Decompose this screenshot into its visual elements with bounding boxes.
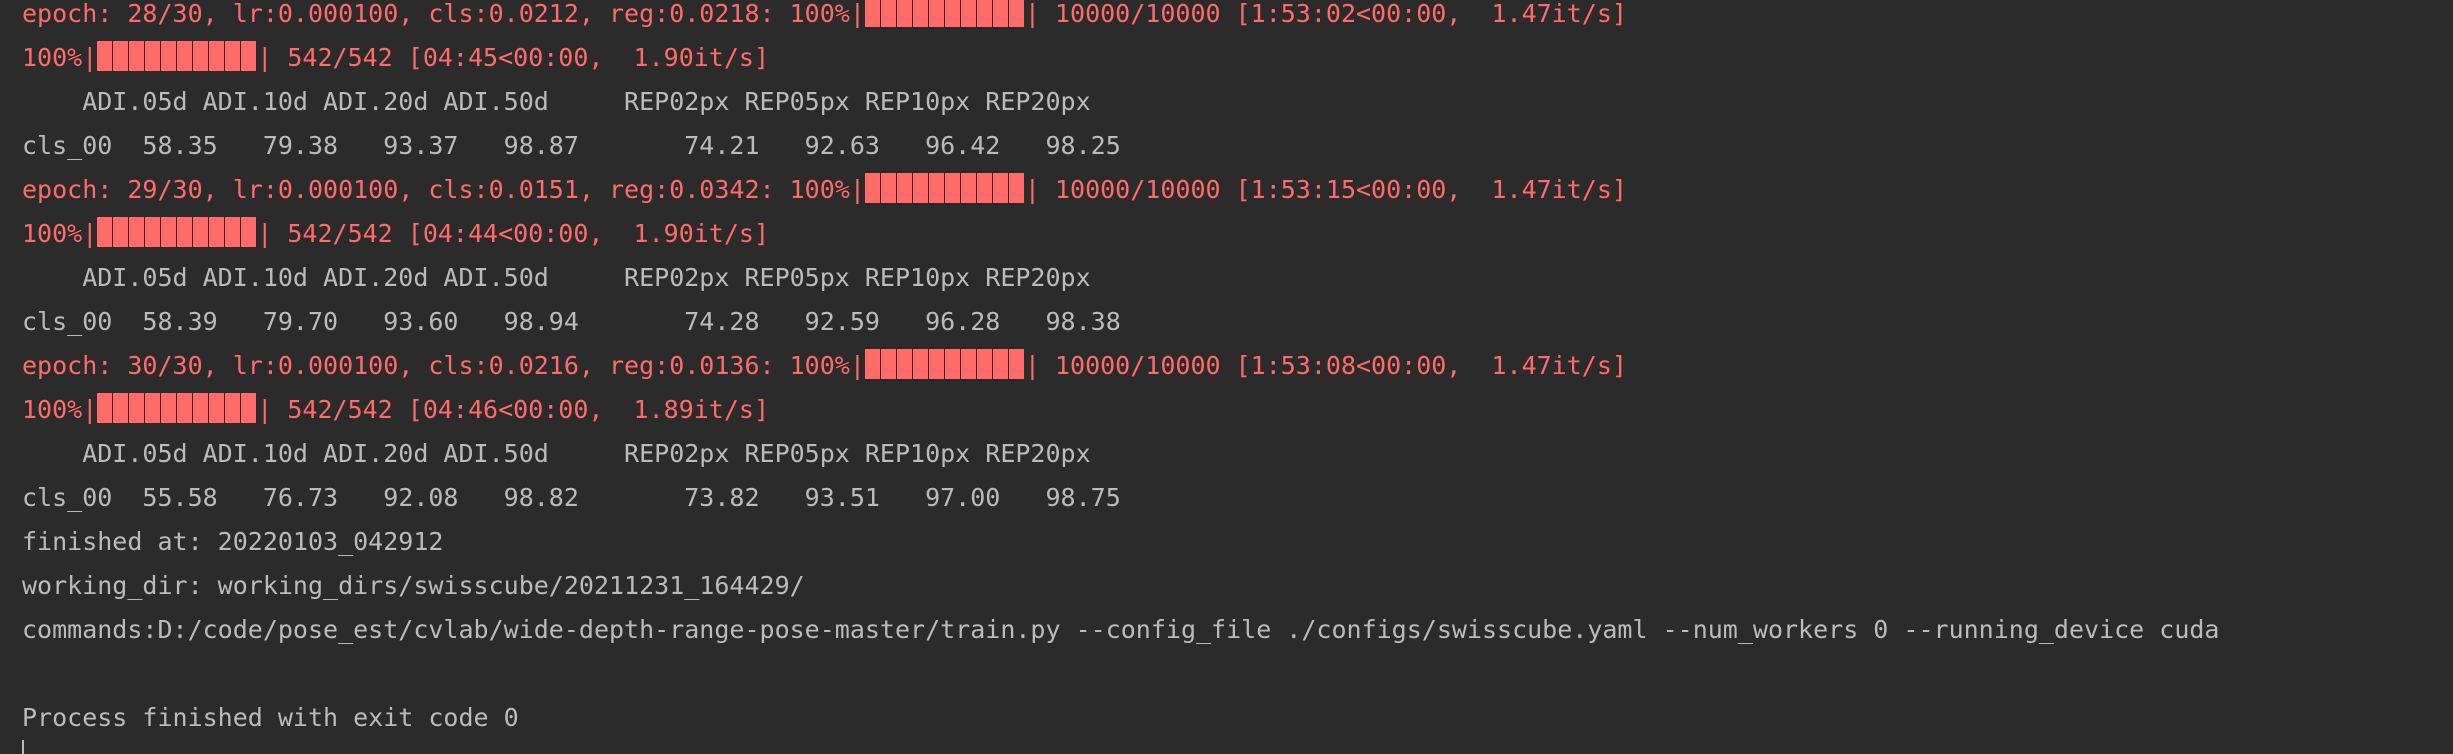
epoch-29-progress-line: epoch: 29/30, lr:0.000100, cls:0.0151, r… bbox=[22, 168, 1627, 212]
progress-suffix: | 542/542 [04:45<00:00, 1.90it/s] bbox=[257, 43, 770, 72]
text-cursor bbox=[22, 740, 24, 754]
finished-at-line: finished at: 20220103_042912 bbox=[22, 527, 444, 556]
metrics-header-line: ADI.05d ADI.10d ADI.20d ADI.50d REP02px … bbox=[22, 263, 1091, 292]
working-dir-line: working_dir: working_dirs/swisscube/2021… bbox=[22, 571, 805, 600]
epoch-28-progress-line: epoch: 28/30, lr:0.000100, cls:0.0212, r… bbox=[22, 0, 1627, 36]
progress-prefix: epoch: 29/30, lr:0.000100, cls:0.0151, r… bbox=[22, 175, 865, 204]
metrics-header-line: ADI.05d ADI.10d ADI.20d ADI.50d REP02px … bbox=[22, 87, 1091, 116]
progress-prefix: epoch: 28/30, lr:0.000100, cls:0.0212, r… bbox=[22, 0, 865, 28]
progress-prefix: 100%| bbox=[22, 395, 98, 424]
metrics-values-line: cls_00 55.58 76.73 92.08 98.82 73.82 93.… bbox=[22, 483, 1121, 512]
progress-prefix: 100%| bbox=[22, 43, 98, 72]
progress-suffix: | 542/542 [04:44<00:00, 1.90it/s] bbox=[257, 219, 770, 248]
progress-suffix: | 542/542 [04:46<00:00, 1.89it/s] bbox=[257, 395, 770, 424]
metrics-values-line: cls_00 58.39 79.70 93.60 98.94 74.28 92.… bbox=[22, 307, 1121, 336]
run-console-output[interactable]: epoch: 28/30, lr:0.000100, cls:0.0212, r… bbox=[0, 0, 2453, 754]
progress-bar bbox=[97, 41, 258, 71]
eval-28-progress-line: 100%| | 542/542 [04:45<00:00, 1.90it/s] bbox=[22, 36, 769, 80]
eval-29-progress-line: 100%| | 542/542 [04:44<00:00, 1.90it/s] bbox=[22, 212, 769, 256]
epoch-30-progress-line: epoch: 30/30, lr:0.000100, cls:0.0216, r… bbox=[22, 344, 1627, 388]
progress-bar bbox=[97, 217, 258, 247]
progress-bar bbox=[97, 393, 258, 423]
metrics-values-line: cls_00 58.35 79.38 93.37 98.87 74.21 92.… bbox=[22, 131, 1121, 160]
progress-bar bbox=[864, 0, 1025, 27]
eval-30-progress-line: 100%| | 542/542 [04:46<00:00, 1.89it/s] bbox=[22, 388, 769, 432]
progress-prefix: 100%| bbox=[22, 219, 98, 248]
progress-suffix: | 10000/10000 [1:53:15<00:00, 1.47it/s] bbox=[1024, 175, 1627, 204]
progress-suffix: | 10000/10000 [1:53:02<00:00, 1.47it/s] bbox=[1024, 0, 1627, 28]
progress-bar bbox=[864, 349, 1025, 379]
progress-bar bbox=[864, 173, 1025, 203]
progress-prefix: epoch: 30/30, lr:0.000100, cls:0.0216, r… bbox=[22, 351, 865, 380]
exit-code-line: Process finished with exit code 0 bbox=[22, 703, 519, 732]
progress-suffix: | 10000/10000 [1:53:08<00:00, 1.47it/s] bbox=[1024, 351, 1627, 380]
commands-line: commands:D:/code/pose_est/cvlab/wide-dep… bbox=[22, 615, 2220, 644]
metrics-header-line: ADI.05d ADI.10d ADI.20d ADI.50d REP02px … bbox=[22, 439, 1091, 468]
